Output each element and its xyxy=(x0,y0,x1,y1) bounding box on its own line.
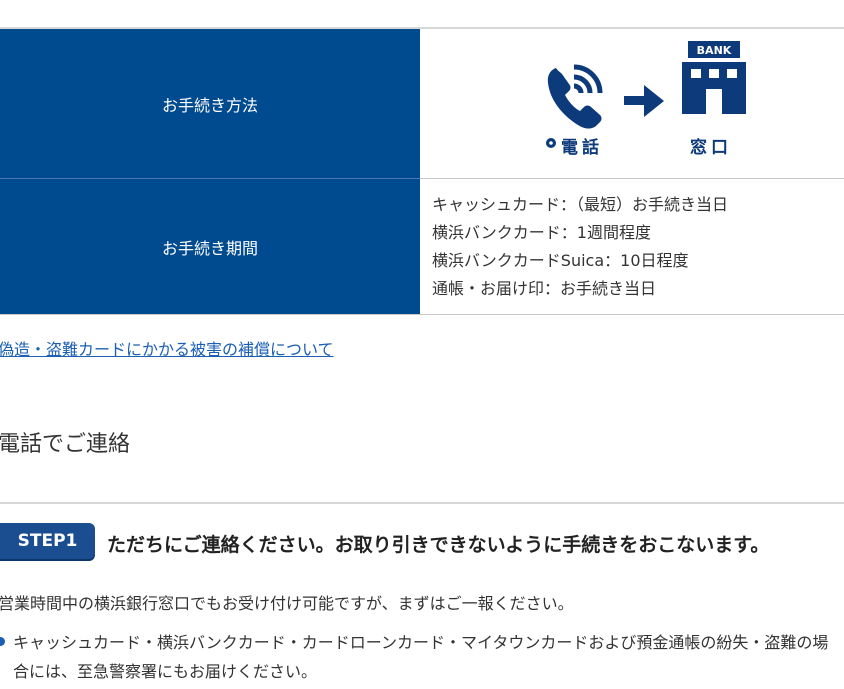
method-header: お手続き方法 xyxy=(0,29,420,178)
step-badge: STEP1 xyxy=(0,523,95,559)
phone-caption: 電話 xyxy=(561,138,603,158)
bank-caption: 窓口 xyxy=(690,138,732,158)
arrow-right-icon xyxy=(624,85,664,117)
step-title: ただちにご連絡ください。お取り引きできないように手続きをおこないます。 xyxy=(107,534,770,556)
bank-sign-text: BANK xyxy=(697,44,732,57)
method-icons: BANK xyxy=(546,41,746,148)
period-row: お手続き期間 キャッシュカード：（最短）お手続き当日 横浜バンクカード：1週間程… xyxy=(0,178,844,315)
section-divider xyxy=(0,502,844,504)
bullet-text: キャッシュカード・横浜バンクカード・カードローンカード・マイタウンカードおよび預… xyxy=(13,633,829,681)
period-header: お手続き期間 xyxy=(0,178,420,314)
period-cell: キャッシュカード：（最短）お手続き当日 横浜バンクカード：1週間程度 横浜バンク… xyxy=(420,179,844,314)
compensation-link[interactable]: 偽造・盗難カードにかかる被害の補償について xyxy=(0,336,334,360)
period-line: 横浜バンクカード：1週間程度 xyxy=(432,223,651,242)
section-title: 電話でご連絡 xyxy=(0,432,131,457)
bullet-icon xyxy=(0,637,5,646)
period-line: 横浜バンクカードSuica：10日程度 xyxy=(432,251,689,270)
procedure-table: お手続き方法 BANK 電話 窓口 お手続き期間 キャッシュカード：（最短）お手… xyxy=(0,29,844,315)
body-text: 営業時間中の横浜銀行窓口でもお受け付け可能ですが、まずはご一報ください。 xyxy=(0,594,574,613)
period-line: 通帳・お届け印：お手続き当日 xyxy=(432,279,657,298)
phone-icon xyxy=(547,64,603,129)
method-cell: BANK 電話 窓口 xyxy=(420,29,844,178)
method-row: お手続き方法 BANK 電話 窓口 xyxy=(0,29,844,178)
period-line: キャッシュカード：（最短）お手続き当日 xyxy=(432,195,729,214)
